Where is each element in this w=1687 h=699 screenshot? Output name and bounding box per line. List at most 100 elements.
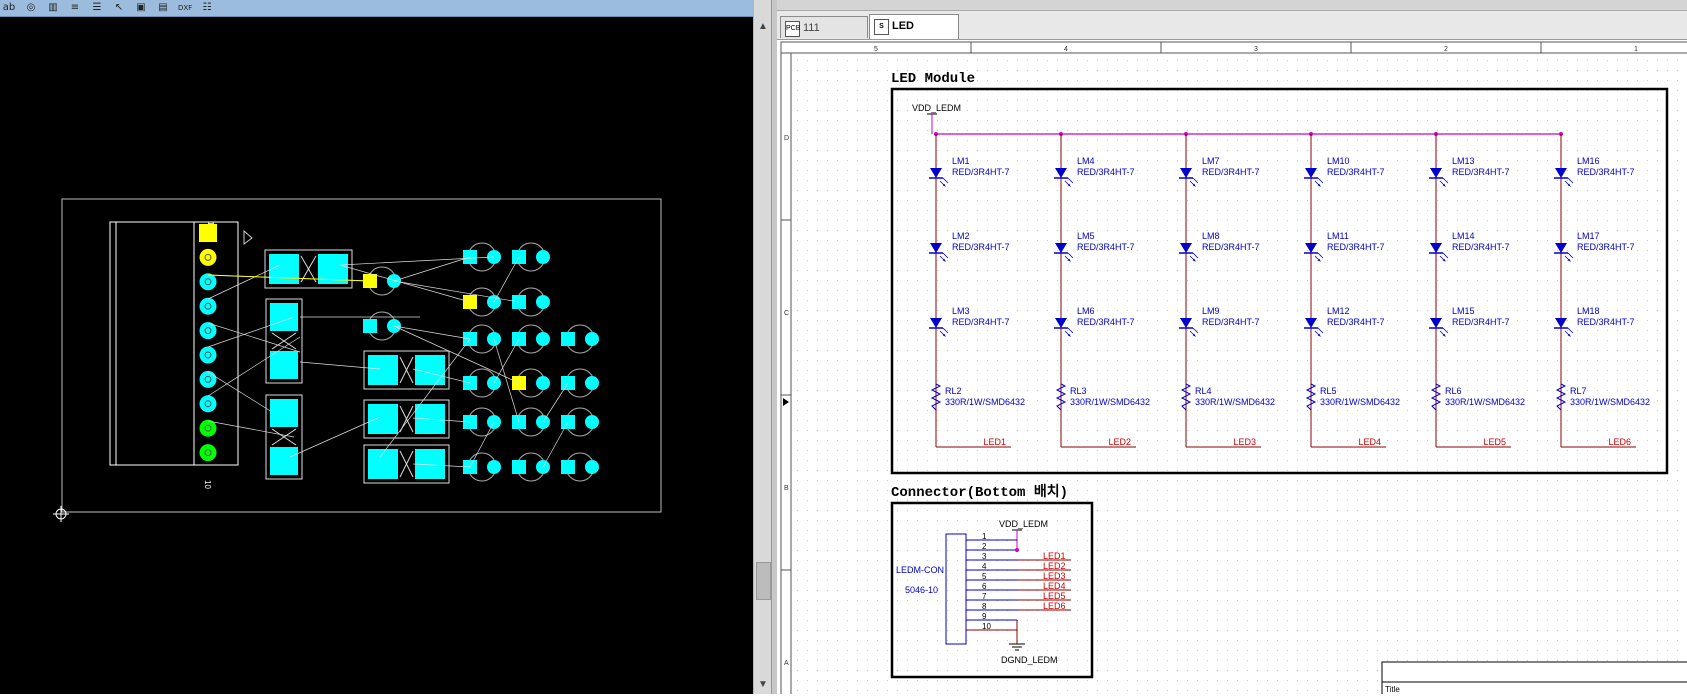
led-value: RED/3R4HT-7: [1327, 167, 1385, 177]
pcb-vertical-scrollbar[interactable]: ▲ ▼: [753, 0, 772, 694]
resistor-value: 330R/1W/SMD6432: [1570, 397, 1650, 407]
led-pad[interactable]: [487, 460, 501, 474]
pin-number: 8: [982, 602, 987, 611]
page-icon[interactable]: ▤: [156, 1, 170, 15]
menu-icon[interactable]: ☷: [200, 1, 214, 15]
led-ref: LM3: [952, 306, 970, 316]
led-pad[interactable]: [536, 376, 550, 390]
led-pad[interactable]: [512, 460, 526, 474]
led-value: RED/3R4HT-7: [1452, 317, 1510, 327]
resistor-value: 330R/1W/SMD6432: [1195, 397, 1275, 407]
resistor-value: 330R/1W/SMD6432: [1320, 397, 1400, 407]
led-pad[interactable]: [585, 332, 599, 346]
led-pad[interactable]: [363, 319, 377, 333]
led-pad[interactable]: [561, 332, 575, 346]
ratsnest-line: [393, 280, 520, 303]
schematic-sheet[interactable]: 5 4 3 2 1DCBALED ModuleVDD_LEDMLM1RED/3R4HT-…: [777, 40, 1687, 694]
smd-pad[interactable]: [270, 399, 298, 427]
pad[interactable]: [199, 297, 217, 315]
pin-number: 3: [982, 552, 987, 561]
led-value: RED/3R4HT-7: [1452, 167, 1510, 177]
connector-net-label: LED1: [1043, 551, 1066, 561]
pin-number: 5: [982, 572, 987, 581]
led-ref: LM9: [1202, 306, 1220, 316]
led-ref: LM10: [1327, 156, 1350, 166]
pad[interactable]: [199, 346, 217, 364]
led-ref: LM8: [1202, 231, 1220, 241]
ruler-label: 3: [1254, 46, 1258, 53]
connector-net-label: LED3: [1043, 571, 1066, 581]
pad[interactable]: [199, 395, 217, 413]
led-pad[interactable]: [536, 332, 550, 346]
text-icon[interactable]: ab: [2, 1, 16, 15]
schematic-canvas[interactable]: 5 4 3 2 1 D C B A LED Module VDD_LEDM LM1 RED/3R4HT-…: [777, 40, 1687, 694]
power-net-label: VDD_LEDM: [912, 103, 961, 113]
junction-dot: [1015, 548, 1019, 552]
resistor-ref: RL2: [945, 386, 962, 396]
columns-icon[interactable]: ▥: [46, 1, 60, 15]
row-label: A: [784, 660, 789, 667]
pad[interactable]: [199, 248, 217, 266]
led-pad[interactable]: [561, 460, 575, 474]
dxf-icon[interactable]: DXF: [178, 1, 192, 15]
connector-value: 5046-10: [905, 585, 938, 595]
pin-number: 7: [982, 592, 987, 601]
led-ref: LM7: [1202, 156, 1220, 166]
led-value: RED/3R4HT-7: [1327, 317, 1385, 327]
title-block: [1381, 661, 1687, 694]
list-icon[interactable]: ☰: [90, 1, 104, 15]
led-pad[interactable]: [585, 376, 599, 390]
pcb-doc-icon: PCB: [785, 21, 800, 37]
tab-led-module[interactable]: S LED Module: [869, 14, 959, 54]
pcb-icon[interactable]: ▣: [134, 1, 148, 15]
pin-number: 6: [982, 582, 987, 591]
pad[interactable]: [199, 273, 217, 291]
led-value: RED/3R4HT-7: [1577, 167, 1635, 177]
led-ref: LM2: [952, 231, 970, 241]
smd-pad[interactable]: [368, 355, 398, 385]
net-label: LED5: [1483, 437, 1506, 447]
smd-pad[interactable]: [368, 404, 398, 434]
pcb-canvas[interactable]: 1 10: [0, 17, 753, 694]
led-pad[interactable]: [585, 415, 599, 429]
pad-square[interactable]: [199, 224, 217, 242]
resistor-value: 330R/1W/SMD6432: [1445, 397, 1525, 407]
led-ref: LM6: [1077, 306, 1095, 316]
scroll-down-icon[interactable]: ▼: [754, 676, 772, 694]
resistor-ref: RL4: [1195, 386, 1212, 396]
resistor-value: 330R/1W/SMD6432: [1070, 397, 1150, 407]
ratsnest-line: [393, 256, 471, 282]
tab-pcb-document[interactable]: PCB 111 (Resto...*: [780, 16, 868, 56]
row-label: D: [784, 135, 789, 142]
pin-last-label: 10: [203, 480, 212, 489]
scroll-up-icon[interactable]: ▲: [754, 18, 772, 36]
led-ref: LM16: [1577, 156, 1600, 166]
led-module-title: LED Module: [891, 71, 975, 87]
schematic-top-strip: [777, 0, 1687, 11]
led-pad[interactable]: [585, 460, 599, 474]
led-pad[interactable]: [536, 250, 550, 264]
led-ref: LM12: [1327, 306, 1350, 316]
led-value: RED/3R4HT-7: [1202, 317, 1260, 327]
document-tabbar: PCB 111 (Resto...* S LED Module: [777, 11, 1687, 56]
led-pad[interactable]: [536, 295, 550, 309]
smd-pad[interactable]: [415, 355, 445, 385]
cursor-icon[interactable]: ↖: [112, 1, 126, 15]
ruler-label: 2: [1444, 46, 1448, 53]
smd-pad[interactable]: [270, 351, 298, 379]
led-value: RED/3R4HT-7: [1077, 242, 1135, 252]
smd-pad[interactable]: [270, 447, 298, 475]
ruler-label: 5: [874, 46, 878, 53]
led-value: RED/3R4HT-7: [1077, 317, 1135, 327]
pcb-layout[interactable]: 110: [0, 17, 753, 694]
polarity-marker: [243, 229, 253, 245]
pad[interactable]: [199, 370, 217, 388]
led-ref: LM5: [1077, 231, 1095, 241]
smd-pad[interactable]: [269, 254, 299, 284]
pad[interactable]: [199, 444, 217, 462]
net-label: LED4: [1358, 437, 1381, 447]
globe-icon[interactable]: ◎: [24, 1, 38, 15]
resistor-ref: RL5: [1320, 386, 1337, 396]
scroll-thumb[interactable]: [756, 562, 771, 600]
red-bars-icon[interactable]: ≡: [68, 1, 82, 15]
